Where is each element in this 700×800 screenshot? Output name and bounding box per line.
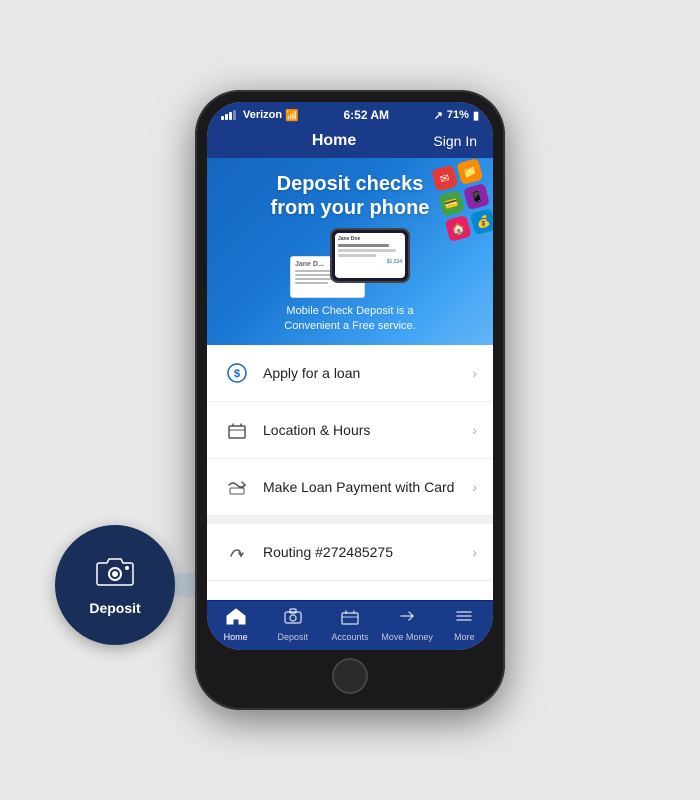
arrow-icon: ↗ bbox=[434, 109, 443, 122]
nav-title: Home bbox=[312, 132, 356, 150]
location-hours-label: Location & Hours bbox=[263, 422, 472, 438]
menu-item-loan-payment[interactable]: Make Loan Payment with Card › bbox=[207, 459, 493, 516]
menu-item-routing[interactable]: Routing #272485275 › bbox=[207, 524, 493, 581]
carrier-name: Verizon bbox=[243, 109, 282, 121]
signal-bars bbox=[221, 110, 236, 120]
menu-item-faq[interactable]: ? Frequently Asked Questions › bbox=[207, 581, 493, 600]
home-tab-label: Home bbox=[224, 632, 248, 642]
sign-in-button[interactable]: Sign In bbox=[433, 133, 477, 149]
phone-frame: Verizon 📶 6:52 AM ↗ 71% ▮ ⬅ Home Sign In bbox=[195, 90, 505, 710]
status-left: Verizon 📶 bbox=[221, 109, 299, 122]
move-money-tab-icon bbox=[397, 607, 417, 630]
apply-loan-label: Apply for a loan bbox=[263, 365, 472, 381]
svg-text:$: $ bbox=[234, 368, 240, 380]
accounts-tab-label: Accounts bbox=[331, 632, 368, 642]
deposit-badge-label: Deposit bbox=[89, 600, 140, 616]
hero-icon-purple: 📱 bbox=[463, 183, 490, 210]
accounts-tab-icon bbox=[340, 607, 360, 630]
home-tab-icon bbox=[226, 607, 246, 630]
menu-list: $ Apply for a loan › bbox=[207, 345, 493, 600]
routing-icon bbox=[223, 538, 251, 566]
apply-loan-chevron: › bbox=[472, 365, 477, 381]
hero-banner: ✉ 📁 💳 📱 🏠 💰 Deposit checks from your pho… bbox=[207, 158, 493, 345]
tab-home[interactable]: Home bbox=[210, 607, 262, 642]
hero-icon-orange: 📁 bbox=[456, 158, 483, 185]
routing-chevron: › bbox=[472, 544, 477, 560]
location-hours-chevron: › bbox=[472, 422, 477, 438]
status-right: ↗ 71% ▮ bbox=[434, 109, 479, 122]
hero-icon-blue: 💰 bbox=[470, 208, 493, 235]
deposit-tab-label: Deposit bbox=[278, 632, 309, 642]
wifi-icon: 📶 bbox=[285, 109, 299, 122]
status-time: 6:52 AM bbox=[343, 108, 389, 122]
tab-bar: Home Deposit bbox=[207, 600, 493, 650]
phone-screen: Verizon 📶 6:52 AM ↗ 71% ▮ ⬅ Home Sign In bbox=[207, 102, 493, 650]
location-hours-icon bbox=[223, 416, 251, 444]
tab-accounts[interactable]: Accounts bbox=[324, 607, 376, 642]
loan-payment-chevron: › bbox=[472, 479, 477, 495]
scene: Deposit Verizon 📶 6:52 AM bbox=[0, 0, 700, 800]
tab-more[interactable]: More bbox=[438, 607, 490, 642]
more-tab-label: More bbox=[454, 632, 475, 642]
hero-image: Jane D... Jane Doe bbox=[219, 228, 481, 298]
camera-icon bbox=[95, 554, 135, 596]
battery-percent: 71% bbox=[447, 109, 469, 121]
apply-loan-icon: $ bbox=[223, 359, 251, 387]
home-button[interactable] bbox=[332, 658, 368, 694]
deposit-badge[interactable]: Deposit bbox=[55, 525, 175, 645]
hero-subtitle: Mobile Check Deposit is a Convenient a F… bbox=[219, 304, 481, 335]
menu-item-location-hours[interactable]: Location & Hours › bbox=[207, 402, 493, 459]
routing-label: Routing #272485275 bbox=[263, 544, 472, 560]
deposit-tab-icon bbox=[283, 607, 303, 630]
loan-payment-label: Make Loan Payment with Card bbox=[263, 479, 472, 495]
phone-mockup: Jane Doe $1,234 bbox=[330, 228, 410, 283]
tab-move-money[interactable]: Move Money bbox=[381, 607, 433, 642]
hero-icon-green: 💳 bbox=[438, 190, 465, 217]
more-tab-icon bbox=[454, 607, 474, 630]
loan-payment-icon bbox=[223, 473, 251, 501]
menu-divider bbox=[207, 516, 493, 524]
nav-bar: ⬅ Home Sign In bbox=[207, 126, 493, 158]
tab-deposit[interactable]: Deposit bbox=[267, 607, 319, 642]
status-bar: Verizon 📶 6:52 AM ↗ 71% ▮ bbox=[207, 102, 493, 126]
move-money-tab-label: Move Money bbox=[381, 632, 433, 642]
hero-icon-red: ✉ bbox=[431, 165, 458, 192]
menu-item-apply-loan[interactable]: $ Apply for a loan › bbox=[207, 345, 493, 402]
battery-icon: ▮ bbox=[473, 109, 479, 122]
